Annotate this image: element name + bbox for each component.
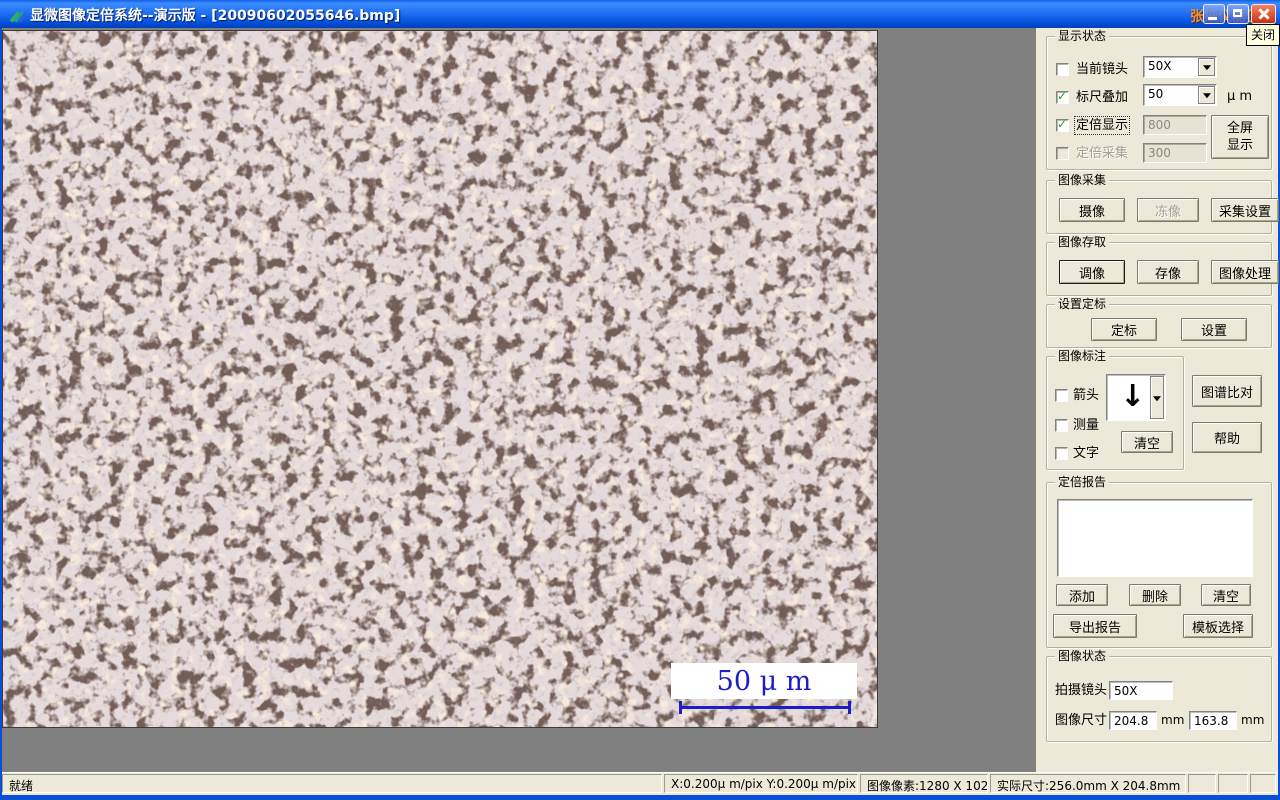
fixed-capture-field: 300 [1143, 143, 1207, 163]
scale-overlay-label: 标尺叠加 [1076, 90, 1129, 105]
load-image-button[interactable]: 调像 [1059, 260, 1125, 284]
image-width-value: 204.8 [1109, 711, 1157, 730]
minimize-button[interactable] [1203, 4, 1225, 24]
freeze-button: 冻像 [1137, 198, 1199, 222]
chevron-down-icon[interactable] [1198, 58, 1215, 76]
group-title: 图像状态 [1055, 649, 1110, 663]
arrow-checkbox[interactable] [1055, 389, 1068, 402]
image-height-unit: mm [1241, 713, 1265, 727]
close-tooltip: 关闭 [1246, 24, 1280, 46]
image-width-unit: mm [1161, 713, 1185, 727]
group-title: 图像采集 [1055, 173, 1110, 187]
group-image-storage: 图像存取 调像 存像 图像处理 [1046, 235, 1279, 296]
clear-annotation-button[interactable]: 清空 [1121, 431, 1173, 453]
group-title: 显示状态 [1055, 29, 1110, 43]
arrow-style-combobox[interactable]: ↓ [1106, 374, 1166, 421]
measure-label: 测量 [1073, 418, 1100, 433]
group-report: 定倍报告 添加 删除 清空 导出报告 模板选择 [1046, 475, 1272, 648]
control-panel: 显示状态 当前镜头 50X 标尺叠加 50 μ m 定倍显示 800 [1036, 28, 1279, 772]
capture-button[interactable]: 摄像 [1059, 198, 1125, 222]
close-icon [1252, 5, 1275, 23]
help-button[interactable]: 帮助 [1192, 422, 1262, 453]
lens-combobox[interactable]: 50X [1143, 56, 1217, 78]
fixed-display-checkbox[interactable] [1056, 117, 1069, 132]
group-calibration: 设置定标 定标 设置 [1046, 297, 1272, 348]
save-image-button[interactable]: 存像 [1137, 260, 1199, 284]
capture-settings-button[interactable]: 采集设置 [1211, 198, 1279, 222]
status-empty-cell [1188, 774, 1216, 793]
image-processing-button[interactable]: 图像处理 [1211, 260, 1279, 284]
fixed-capture-label: 定倍采集 [1076, 146, 1129, 161]
text-label: 文字 [1073, 446, 1100, 461]
atlas-compare-button[interactable]: 图谱比对 [1192, 375, 1262, 407]
image-height-value: 163.8 [1189, 711, 1237, 730]
template-select-button[interactable]: 模板选择 [1183, 614, 1253, 638]
scale-bar-line [679, 701, 851, 714]
group-title: 图像存取 [1055, 235, 1110, 249]
close-button[interactable] [1251, 4, 1276, 24]
status-empty-cell [1218, 774, 1248, 793]
report-add-button[interactable]: 添加 [1056, 584, 1108, 606]
shoot-lens-label: 拍摄镜头 [1055, 683, 1108, 698]
fixed-capture-checkbox [1056, 147, 1069, 160]
current-lens-label: 当前镜头 [1076, 62, 1129, 77]
window-title: 显微图像定倍系统--演示版 - [20090602055646.bmp] [30, 8, 401, 24]
current-lens-checkbox[interactable] [1056, 63, 1069, 76]
group-annotation: 图像标注 箭头 测量 文字 ↓ 清空 [1046, 349, 1184, 470]
scale-unit-label: μ m [1227, 89, 1253, 104]
group-image-capture: 图像采集 摄像 冻像 采集设置 [1046, 173, 1279, 234]
report-delete-button[interactable]: 删除 [1129, 584, 1181, 606]
app-window: 显微图像定倍系统--演示版 - [20090602055646.bmp] 张掖仪… [0, 0, 1280, 800]
image-size-label: 图像尺寸 [1055, 713, 1108, 728]
micrograph-texture [3, 31, 877, 727]
group-title: 定倍报告 [1055, 475, 1110, 489]
calibrate-button[interactable]: 定标 [1091, 318, 1157, 341]
status-actual-size: 实际尺寸:256.0mm X 204.8mm [990, 774, 1186, 793]
export-report-button[interactable]: 导出报告 [1053, 614, 1137, 638]
scale-combobox[interactable]: 50 [1143, 84, 1217, 106]
fixed-display-field: 800 [1143, 115, 1207, 135]
group-title: 设置定标 [1055, 297, 1110, 311]
restore-icon [1233, 9, 1242, 17]
measure-checkbox[interactable] [1055, 419, 1068, 432]
arrow-label: 箭头 [1073, 388, 1100, 403]
titlebar[interactable]: 显微图像定倍系统--演示版 - [20090602055646.bmp] 张掖仪… [0, 0, 1280, 28]
text-checkbox[interactable] [1055, 447, 1068, 460]
status-ready: 就绪 [2, 774, 662, 793]
group-title: 图像标注 [1055, 349, 1110, 363]
chevron-down-icon[interactable] [1150, 376, 1164, 419]
restore-button[interactable] [1227, 4, 1249, 24]
minimize-icon [1208, 17, 1217, 20]
micrograph-image[interactable]: 50 μ m [2, 30, 878, 728]
settings-button[interactable]: 设置 [1181, 318, 1247, 341]
group-display-status: 显示状态 当前镜头 50X 标尺叠加 50 μ m 定倍显示 800 [1046, 29, 1272, 170]
app-logo-icon [7, 5, 28, 23]
chevron-down-icon[interactable] [1198, 86, 1215, 104]
report-listbox[interactable] [1057, 499, 1253, 577]
shoot-lens-value: 50X [1109, 681, 1173, 700]
status-pixel-scale: X:0.200μ m/pix Y:0.200μ m/pix [664, 774, 858, 793]
status-image-pixels: 图像像素:1280 X 1024 [860, 774, 988, 793]
status-empty-cell [1250, 774, 1276, 793]
scale-overlay-checkbox[interactable] [1056, 89, 1069, 104]
fullscreen-button[interactable]: 全屏显示 [1211, 115, 1269, 159]
report-clear-button[interactable]: 清空 [1201, 584, 1251, 606]
group-image-status: 图像状态 拍摄镜头 50X 图像尺寸 204.8 mm 163.8 mm [1046, 649, 1272, 742]
fixed-display-label: 定倍显示 [1073, 116, 1131, 135]
scale-bar-label-box: 50 μ m [671, 663, 857, 699]
status-bar: 就绪 X:0.200μ m/pix Y:0.200μ m/pix 图像像素:12… [2, 772, 1278, 795]
client-area: 50 μ m 显示状态 当前镜头 50X 标尺叠加 50 [2, 28, 1279, 772]
down-arrow-icon: ↓ [1120, 379, 1146, 414]
scale-bar-text: 50 μ m [716, 665, 812, 697]
